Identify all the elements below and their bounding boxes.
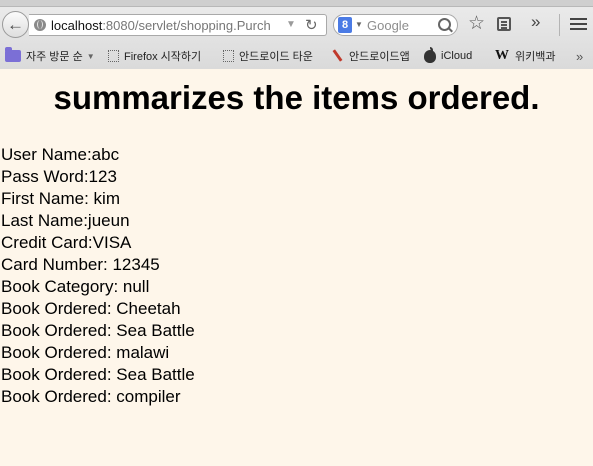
pen-icon <box>330 49 344 63</box>
back-arrow-icon: ← <box>7 15 24 34</box>
bookmark-android-town[interactable]: 안드로이드 타운 <box>223 48 313 64</box>
bookmark-label: 위키백과 <box>515 51 556 63</box>
history-dropdown-icon[interactable]: ▼ <box>286 19 296 30</box>
reload-icon[interactable]: ↻ <box>305 16 318 34</box>
bookmarks-toolbar: 자주 방문 순 ▼ Firefox 시작하기 안드로이드 타운 안드로이드앱 i… <box>0 44 593 68</box>
apple-icon <box>424 46 436 63</box>
bookmark-icloud[interactable]: iCloud <box>424 46 473 64</box>
bookmark-label: 안드로이드 타운 <box>239 51 313 63</box>
bookmark-firefox-start[interactable]: Firefox 시작하기 <box>108 48 201 64</box>
search-placeholder: Google <box>367 18 409 33</box>
folder-icon <box>5 47 21 62</box>
order-summary: User Name:abc Pass Word:123 First Name: … <box>1 144 195 408</box>
wikipedia-icon: W <box>495 48 509 63</box>
google-icon[interactable]: 8 <box>338 17 352 33</box>
order-line-book-ordered: Book Ordered: Sea Battle <box>1 365 195 384</box>
url-path: :8080/servlet/shopping.Purch <box>102 18 271 33</box>
back-button[interactable]: ← <box>2 11 29 38</box>
tab-strip <box>0 0 593 7</box>
page-content: summarizes the items ordered. User Name:… <box>0 69 593 466</box>
bookmark-label: 자주 방문 순 <box>26 51 83 63</box>
order-line-first-name: First Name: kim <box>1 189 120 208</box>
url-host: localhost <box>51 18 103 33</box>
bookmark-star-icon[interactable]: ☆ <box>468 12 485 35</box>
bookmarks-overflow-icon[interactable]: » <box>576 49 583 64</box>
globe-icon <box>34 19 46 31</box>
bookmark-label: 안드로이드앱 <box>349 51 410 63</box>
search-icon[interactable] <box>438 18 451 31</box>
menu-icon[interactable] <box>570 18 587 20</box>
bookmark-most-visited[interactable]: 자주 방문 순 ▼ <box>5 47 95 64</box>
bookmark-label: Firefox 시작하기 <box>124 51 202 63</box>
order-line-book-category: Book Category: null <box>1 277 150 296</box>
order-line-user-name: User Name:abc <box>1 145 120 164</box>
order-line-book-ordered: Book Ordered: Sea Battle <box>1 321 195 340</box>
address-bar[interactable]: localhost:8080/servlet/shopping.Purch ▼ … <box>29 14 327 36</box>
order-line-credit-card: Credit Card:VISA <box>1 233 132 252</box>
page-placeholder-icon <box>108 50 119 62</box>
toolbar-overflow-icon[interactable]: » <box>531 12 541 32</box>
reading-list-icon[interactable] <box>497 17 511 31</box>
bookmark-wikipedia[interactable]: W 위키백과 <box>494 48 555 64</box>
page-placeholder-icon <box>223 50 234 62</box>
page-title: summarizes the items ordered. <box>53 79 540 116</box>
chevron-down-icon: ▼ <box>86 51 95 61</box>
order-line-book-ordered: Book Ordered: Cheetah <box>1 299 181 318</box>
order-line-book-ordered: Book Ordered: malawi <box>1 343 170 362</box>
order-line-last-name: Last Name:jueun <box>1 211 130 230</box>
url-text[interactable]: localhost:8080/servlet/shopping.Purch <box>51 18 283 33</box>
browser-chrome: ← localhost:8080/servlet/shopping.Purch … <box>0 0 593 70</box>
bookmark-label: iCloud <box>441 50 473 62</box>
order-line-password: Pass Word:123 <box>1 167 117 186</box>
search-bar[interactable]: 8 ▼ Google <box>333 14 458 36</box>
order-line-card-number: Card Number: 12345 <box>1 255 160 274</box>
toolbar-divider <box>559 14 560 36</box>
search-engine-dropdown-icon[interactable]: ▼ <box>355 20 363 29</box>
order-line-book-ordered: Book Ordered: compiler <box>1 387 181 406</box>
navigation-toolbar: ← localhost:8080/servlet/shopping.Purch … <box>0 8 593 41</box>
bookmark-android-app[interactable]: 안드로이드앱 <box>330 48 410 64</box>
